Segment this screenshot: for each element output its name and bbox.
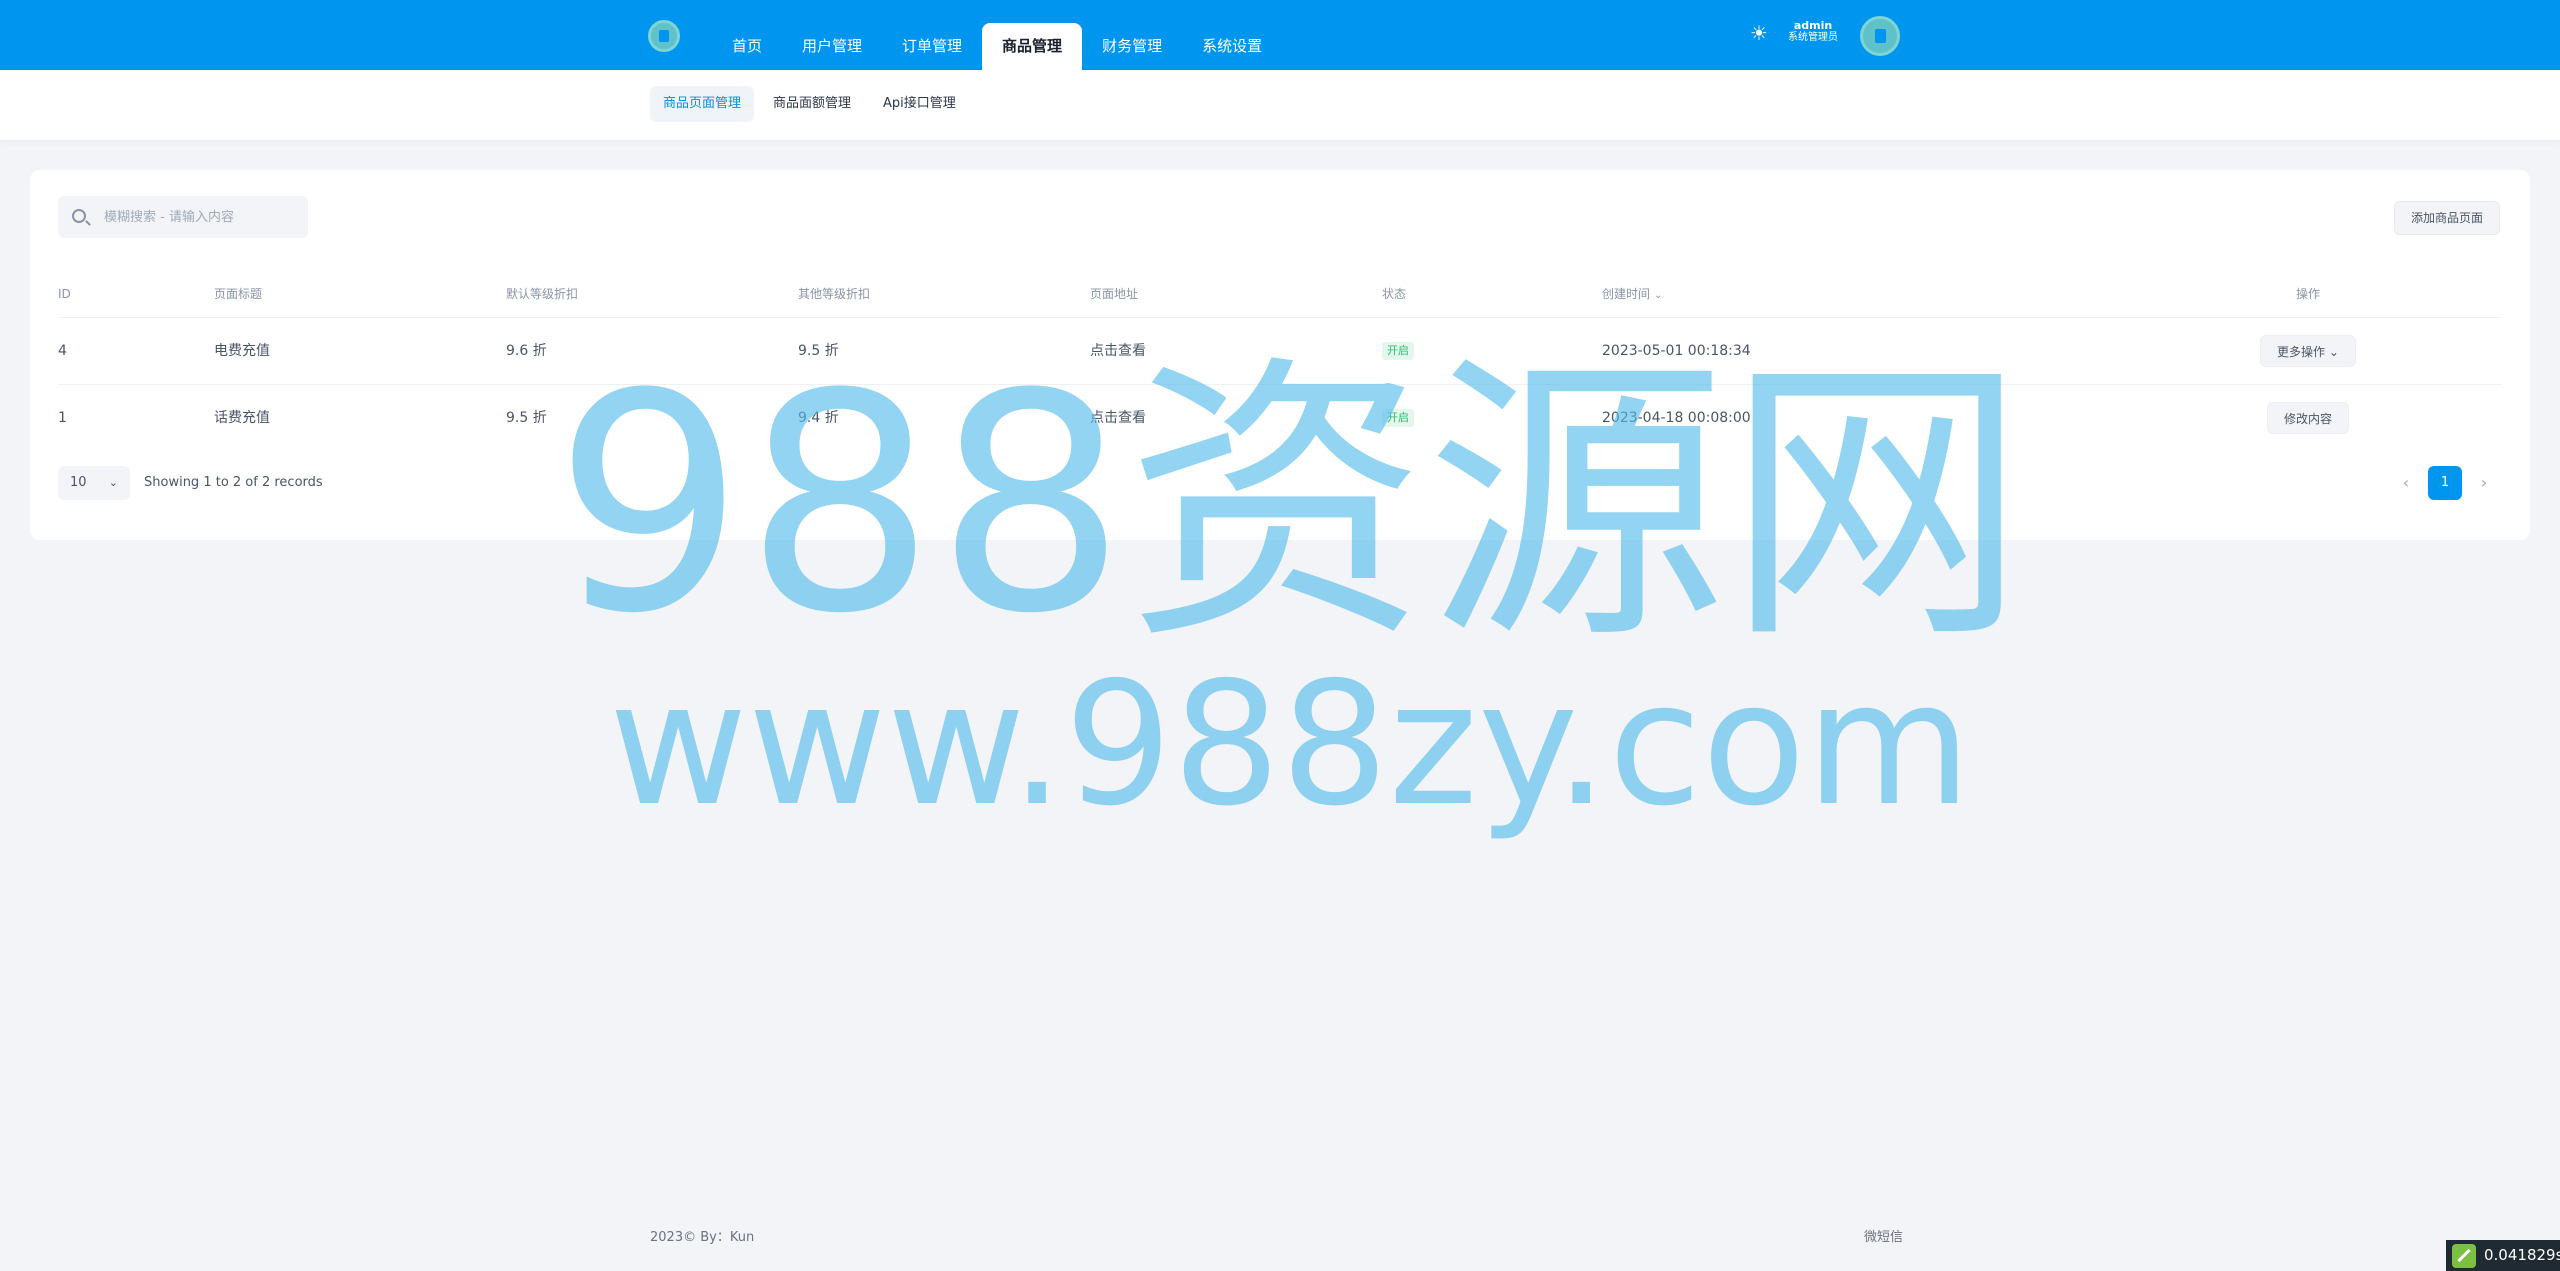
content-card: 添加商品页面 ID 页面标题 默认等级折扣 其他等级折扣 页面地址 状态 创建时… [30,170,2530,540]
subnav-item-api[interactable]: Api接口管理 [870,86,969,122]
cell-id: 1 [58,410,67,426]
status-badge: 开启 [1382,409,1414,427]
cell-default-discount: 9.5 折 [506,410,547,426]
leaf-icon [2452,1244,2476,1268]
chevron-down-icon[interactable]: ⌄ [1654,272,1662,320]
nav-item-products[interactable]: 商品管理 [982,23,1083,70]
status-badge: 开启 [1382,342,1414,360]
avatar[interactable] [1860,16,1900,56]
nav-item-finance[interactable]: 财务管理 [1082,23,1182,70]
col-header-created[interactable]: 创建时间 ⌄ [1602,270,1662,320]
user-role: 系统管理员 [1788,32,1838,43]
user-info[interactable]: admin 系统管理员 [1788,20,1838,44]
subnav-item-denominations[interactable]: 商品面额管理 [760,86,864,122]
search-input[interactable] [104,196,300,238]
chevron-right-icon[interactable]: › [2470,466,2498,500]
cell-address-link[interactable]: 点击查看 [1090,318,1146,385]
nav-item-users[interactable]: 用户管理 [782,23,882,70]
col-header-id: ID [58,287,71,301]
footer-link[interactable]: 微短信 [1864,1226,1903,1245]
cell-address-link[interactable]: 点击查看 [1090,385,1146,452]
col-header-title: 页面标题 [214,287,263,301]
logo-icon[interactable] [648,20,680,52]
col-header-default-discount: 默认等级折扣 [506,287,579,301]
search-icon [72,209,86,223]
cell-other-discount: 9.5 折 [798,343,839,359]
more-actions-button[interactable]: 更多操作 ⌄ [2260,335,2356,367]
nav-item-settings[interactable]: 系统设置 [1182,23,1282,70]
nav-item-orders[interactable]: 订单管理 [882,23,982,70]
page-size-select[interactable]: 10 ⌄ [58,466,130,500]
sub-nav: 商品页面管理 商品面额管理 Api接口管理 [650,86,969,122]
top-nav-bar: 首页 用户管理 订单管理 商品管理 财务管理 系统设置 ☀ admin 系统管理… [0,0,2560,70]
search-box [58,196,308,238]
edit-content-button[interactable]: 修改内容 [2266,402,2349,434]
col-header-ops: 操作 [2295,287,2320,301]
subnav-item-product-pages[interactable]: 商品页面管理 [650,86,755,122]
cell-status: 开启 [1382,385,1414,452]
records-summary: Showing 1 to 2 of 2 records [144,475,323,490]
table-row: 1 话费充值 9.5 折 9.4 折 点击查看 开启 2023-04-18 00… [58,385,2502,452]
user-name: admin [1793,19,1833,32]
chevron-down-icon: ⌄ [2328,345,2339,359]
cell-status: 开启 [1382,318,1414,385]
data-table: ID 页面标题 默认等级折扣 其他等级折扣 页面地址 状态 创建时间 ⌄ 操作 4… [58,270,2502,452]
cell-created: 2023-05-01 00:18:34 [1602,343,1751,359]
cell-other-discount: 9.4 折 [798,410,839,426]
col-header-other-discount: 其他等级折扣 [798,287,871,301]
page-button-current[interactable]: 1 [2428,466,2462,500]
copyright-text: 2023© By：Kun [650,1230,755,1245]
cell-id: 4 [58,343,67,359]
cell-title: 话费充值 [214,410,270,426]
table-header: ID 页面标题 默认等级折扣 其他等级折扣 页面地址 状态 创建时间 ⌄ 操作 [58,270,2502,318]
col-header-created-label: 创建时间 [1602,287,1651,301]
timing-value: 0.041829s [2484,1246,2560,1264]
table-row: 4 电费充值 9.6 折 9.5 折 点击查看 开启 2023-05-01 00… [58,318,2502,385]
watermark-line-2: www.988zy.com [608,646,1972,844]
cell-ops: 修改内容 [2198,385,2418,452]
cell-ops: 更多操作 ⌄ [2198,318,2418,385]
page-size-value: 10 [70,475,87,490]
more-actions-label: 更多操作 [2277,345,2326,359]
chevron-left-icon[interactable]: ‹ [2392,466,2420,500]
sub-nav-bar: 商品页面管理 商品面额管理 Api接口管理 [0,70,2560,140]
timing-badge: 0.041829s [2446,1240,2560,1271]
sun-icon[interactable]: ☀ [1748,22,1770,44]
col-header-status: 状态 [1382,287,1407,301]
add-product-page-button[interactable]: 添加商品页面 [2394,201,2501,235]
chevron-down-icon: ⌄ [108,476,118,489]
cell-title: 电费充值 [214,343,270,359]
nav-item-home[interactable]: 首页 [712,23,782,70]
main-nav: 首页 用户管理 订单管理 商品管理 财务管理 系统设置 [712,23,1282,70]
cell-default-discount: 9.6 折 [506,343,547,359]
col-header-address: 页面地址 [1090,287,1139,301]
cell-created: 2023-04-18 00:08:00 [1602,410,1751,426]
